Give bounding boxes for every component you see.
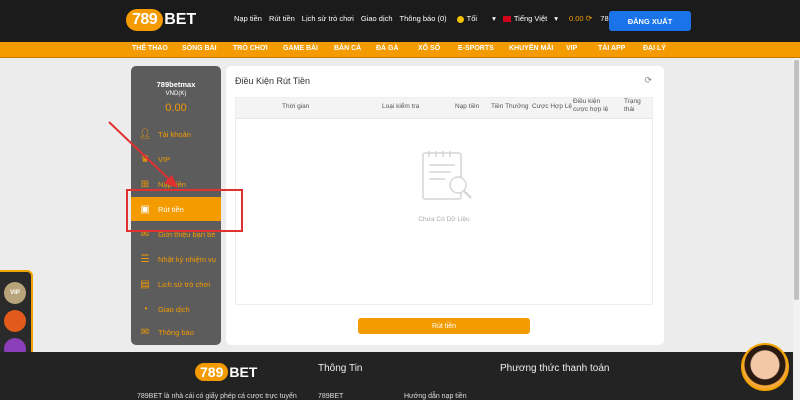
menu-lottery[interactable]: XỔ SỐ [418, 45, 440, 52]
sidebar-username: 789betmax [156, 80, 196, 89]
user-icon: 👤︎ [138, 128, 152, 140]
transaction-icon: ◔ [141, 303, 149, 315]
sidebar-item-label: Lịch sử trò chơi [158, 279, 211, 289]
menu-esports[interactable]: E-SPORTS [458, 45, 494, 52]
logo-number: 789 [126, 9, 164, 31]
brand-logo[interactable]: 789 BET [126, 7, 196, 33]
nav-withdraw[interactable]: Rút tiền [269, 14, 295, 23]
top-header: 789 BET Nạp tiền Rút tiền Lịch sử trò ch… [0, 0, 800, 42]
nav-game-history[interactable]: Lịch sử trò chơi [302, 14, 354, 23]
sidebar-balance: 0.00 [165, 102, 187, 114]
history-icon: ▤ [140, 278, 150, 290]
page-scrollbar[interactable] [793, 58, 800, 400]
sidebar-item-notifications[interactable]: ✉ Thông báo [131, 320, 221, 344]
logo-word: BET [164, 11, 197, 28]
logo-number: 789 [195, 363, 229, 381]
col-valid-bet-condition: Điều kiện cược hợp lệ [573, 98, 609, 113]
language-label: Tiếng Việt [513, 14, 548, 23]
sidebar-item-label: Thông báo [158, 327, 194, 337]
col-valid-bet: Cược Hợp Lệ [532, 103, 572, 110]
language-select[interactable]: Tiếng Việt [502, 14, 548, 23]
col-deposit: Nạp tiền [455, 103, 480, 110]
theme-label: Tối [466, 14, 478, 23]
header-balance: 0.00 [568, 14, 584, 23]
refresh-icon[interactable]: ⟳ [644, 75, 652, 86]
sidebar-item-vip[interactable]: ♛ VIP [131, 147, 221, 171]
promo-wheel-icon[interactable] [4, 310, 26, 332]
nav-notifications[interactable]: Thông báo (0) [400, 14, 447, 23]
refresh-icon[interactable]: ⟳ [586, 14, 593, 23]
vip-badge-label: VIP [10, 290, 20, 296]
vip-badge-icon[interactable]: VIP [4, 282, 26, 304]
table-header: Thời gian Loại kiểm tra Nạp tiền Tiền Th… [236, 98, 652, 118]
theme-toggle[interactable]: Tối [456, 14, 478, 23]
footer-logo: 789 BET [195, 363, 257, 381]
sidebar-item-game-history[interactable]: ▤ Lịch sử trò chơi [131, 272, 221, 296]
sidebar-item-transactions[interactable]: ◔ Giao dịch [131, 297, 221, 321]
empty-document-icon [422, 151, 472, 200]
empty-text: Chưa Có Dữ Liệu [418, 216, 470, 223]
sidebar-item-label: Nạp tiền [158, 179, 186, 189]
sidebar-item-account[interactable]: 👤︎ Tài khoản [131, 122, 221, 146]
menu-fishing[interactable]: BẮN CÁ [334, 45, 361, 52]
chevron-down-icon[interactable]: ▾ [492, 14, 496, 23]
sidebar-currency: VND(K) [165, 91, 187, 97]
main-menu: THỂ THAO SÒNG BÀI TRÒ CHƠI GAME BÀI BẮN … [0, 42, 800, 58]
menu-casino[interactable]: SÒNG BÀI [182, 45, 217, 52]
withdraw-conditions-panel: Điều Kiện Rút Tiền ⟳ Thời gian Loại kiểm… [226, 66, 664, 345]
conditions-table: Thời gian Loại kiểm tra Nạp tiền Tiền Th… [235, 97, 653, 305]
chevron-down-icon[interactable]: ▾ [554, 14, 558, 23]
footer-payment-heading: Phương thức thanh toán [500, 363, 610, 374]
sidebar-item-tasks[interactable]: ☰ Nhật ký nhiệm vụ [131, 247, 221, 271]
sidebar-item-label: Nhật ký nhiệm vụ [158, 254, 216, 264]
footer-about: 789BET là nhà cái có giấy phép cá cược t… [137, 393, 297, 400]
col-status: Trạng thái [624, 98, 641, 113]
mail-icon: ✉ [140, 326, 150, 338]
sidebar-item-label: Tài khoản [158, 129, 191, 139]
menu-card-games[interactable]: GAME BÀI [283, 45, 318, 52]
menu-vip[interactable]: VIP [566, 45, 577, 52]
withdraw-button[interactable]: Rút tiền [358, 318, 530, 334]
flag-icon [502, 16, 511, 23]
footer-info-link[interactable]: 789BET [318, 393, 343, 400]
nav-transactions[interactable]: Giao dịch [361, 14, 393, 23]
logout-button[interactable]: ĐĂNG XUẤT [609, 11, 691, 31]
sidebar-item-label: VIP [158, 154, 171, 164]
menu-games[interactable]: TRÒ CHƠI [233, 45, 268, 52]
menu-cockfight[interactable]: ĐÁ GÀ [376, 45, 399, 52]
footer-info-heading: Thông Tin [318, 363, 363, 374]
moon-icon [456, 15, 464, 23]
col-check-type: Loại kiểm tra [382, 103, 420, 110]
col-time: Thời gian [282, 103, 310, 110]
menu-promotions[interactable]: KHUYẾN MÃI [509, 45, 553, 52]
menu-sports[interactable]: THỂ THAO [132, 45, 168, 52]
support-avatar[interactable] [741, 343, 789, 391]
empty-state: Chưa Có Dữ Liệu [236, 118, 652, 304]
sidebar-item-label: Giao dịch [158, 304, 190, 314]
tasks-icon: ☰ [140, 253, 150, 265]
top-nav: Nạp tiền Rút tiền Lịch sử trò chơi Giao … [234, 14, 644, 23]
logo-word: BET [229, 364, 258, 380]
highlight-box [126, 189, 243, 232]
menu-agency[interactable]: ĐẠI LÝ [643, 45, 666, 52]
footer-deposit-guide[interactable]: Hướng dẫn nạp tiền [404, 393, 467, 400]
page-title: Điều Kiện Rút Tiền [235, 76, 311, 86]
footer: 789 BET 789BET là nhà cái có giấy phép c… [0, 352, 800, 400]
nav-deposit[interactable]: Nạp tiền [234, 14, 262, 23]
crown-icon: ♛ [140, 153, 150, 165]
menu-app[interactable]: TẢI APP [598, 45, 625, 52]
scrollbar-thumb[interactable] [794, 60, 799, 300]
col-bonus: Tiền Thưởng [491, 103, 529, 110]
